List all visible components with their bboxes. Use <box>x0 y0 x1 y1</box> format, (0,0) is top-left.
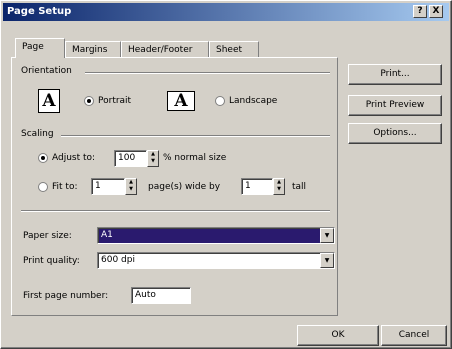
help-button[interactable]: ? <box>413 5 427 18</box>
paper-size-select[interactable]: A1 <box>97 227 335 244</box>
landscape-label[interactable]: Landscape <box>229 96 277 106</box>
print-quality-value: 600 dpi <box>101 255 135 265</box>
tab-sheet[interactable]: Sheet <box>209 41 259 58</box>
adjust-percent-input[interactable]: 100 <box>114 150 147 167</box>
fit-to-radio[interactable] <box>38 182 48 192</box>
portrait-label[interactable]: Portrait <box>98 96 131 106</box>
fit-tall-spinner[interactable]: ▲ ▼ <box>273 178 285 195</box>
landscape-radio[interactable] <box>215 96 225 106</box>
orientation-separator <box>85 72 330 74</box>
page-setup-dialog: Page Setup ? X Page Margins Header/Foote… <box>0 0 452 349</box>
tab-margins[interactable]: Margins <box>65 41 121 58</box>
window-title: Page Setup <box>7 6 72 17</box>
orientation-group-label: Orientation <box>21 66 72 76</box>
tab-header-footer[interactable]: Header/Footer <box>121 41 209 58</box>
paper-size-dropdown-icon[interactable]: ▼ <box>320 228 334 243</box>
print-preview-button[interactable]: Print Preview <box>348 95 442 116</box>
title-bar: Page Setup ? X <box>3 3 449 21</box>
first-page-number-label: First page number: <box>23 291 109 301</box>
print-quality-label: Print quality: <box>23 256 80 266</box>
adjust-to-label[interactable]: Adjust to: <box>52 153 95 163</box>
paper-size-label: Paper size: <box>23 231 72 241</box>
fit-to-label[interactable]: Fit to: <box>52 182 77 192</box>
close-button[interactable]: X <box>429 5 443 18</box>
print-button[interactable]: Print... <box>348 64 442 85</box>
adjust-to-radio[interactable] <box>38 153 48 163</box>
portrait-radio[interactable] <box>84 96 94 106</box>
adjust-suffix-label: % normal size <box>163 153 227 163</box>
fit-tall-suffix-label: tall <box>292 182 307 192</box>
fit-wide-suffix-label: page(s) wide by <box>148 182 221 192</box>
cancel-button[interactable]: Cancel <box>381 325 447 346</box>
fit-tall-input[interactable]: 1 <box>241 178 273 195</box>
adjust-percent-spinner[interactable]: ▲ ▼ <box>147 150 159 167</box>
landscape-icon: A <box>167 91 195 111</box>
paper-size-value: A1 <box>101 230 113 240</box>
ok-button[interactable]: OK <box>297 325 379 346</box>
first-page-number-input[interactable]: Auto <box>131 287 191 304</box>
print-quality-select[interactable]: 600 dpi <box>97 252 335 269</box>
fit-wide-spinner[interactable]: ▲ ▼ <box>125 178 137 195</box>
tab-page[interactable]: Page <box>15 38 65 58</box>
scaling-bottom-separator <box>21 210 330 212</box>
portrait-icon: A <box>38 89 60 113</box>
scaling-separator <box>61 135 330 137</box>
scaling-group-label: Scaling <box>21 129 54 139</box>
print-quality-dropdown-icon[interactable]: ▼ <box>320 253 334 268</box>
options-button[interactable]: Options... <box>348 123 442 144</box>
fit-wide-input[interactable]: 1 <box>91 178 125 195</box>
